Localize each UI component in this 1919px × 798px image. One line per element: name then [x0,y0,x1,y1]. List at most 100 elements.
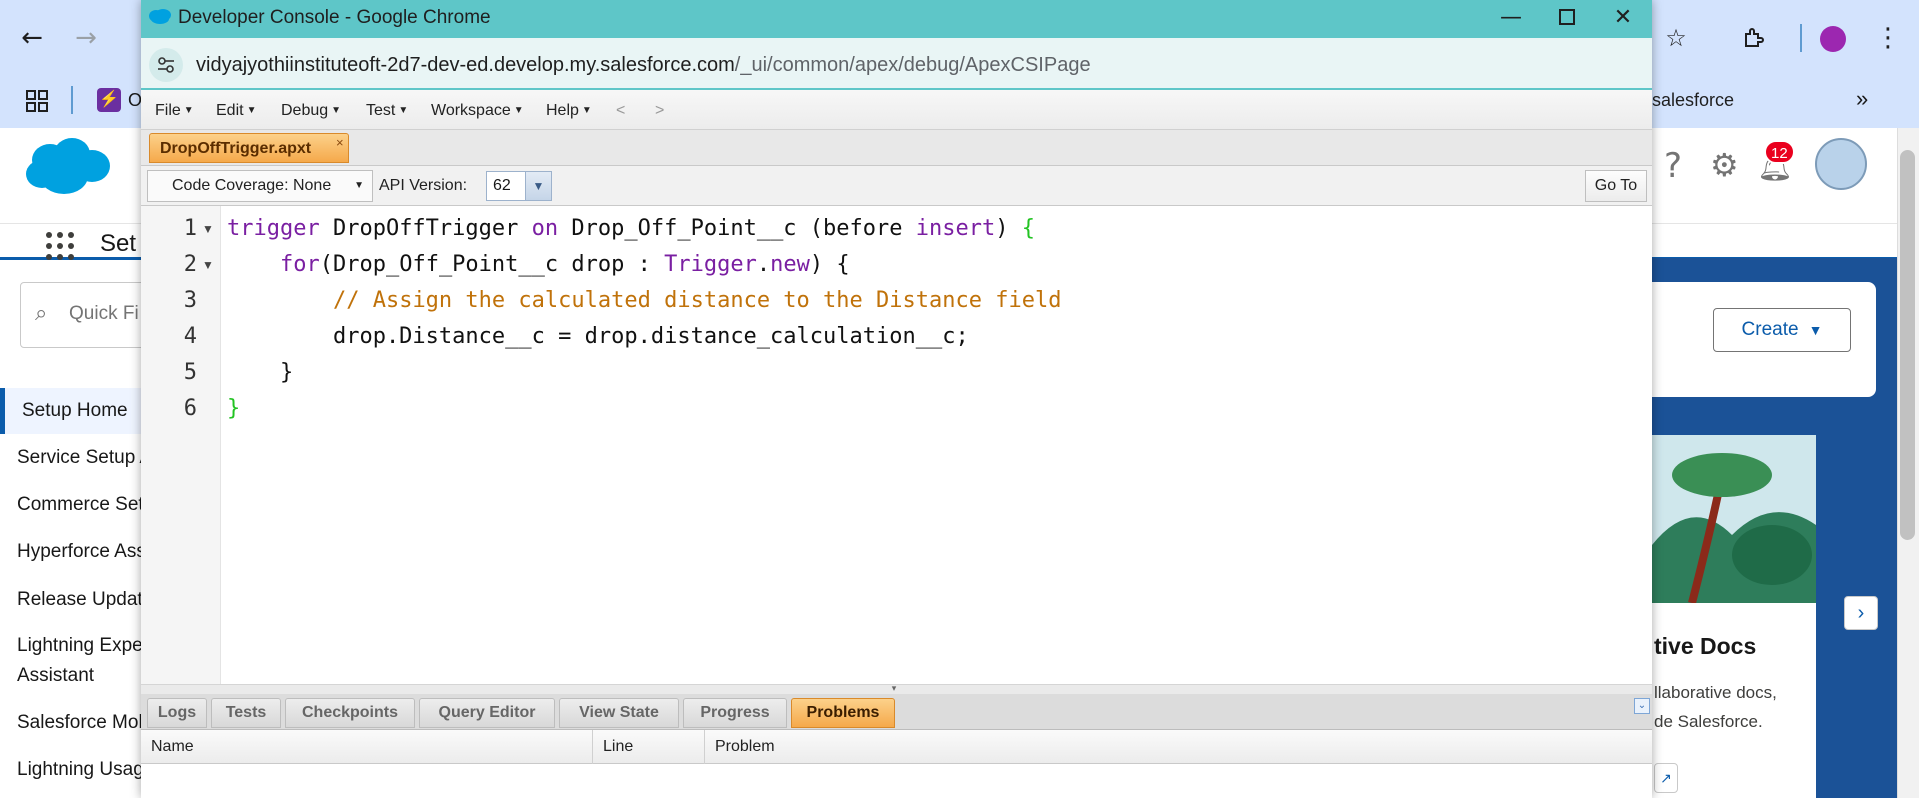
menu-file[interactable]: File ▼ [155,102,194,120]
menu-workspace[interactable]: Workspace ▼ [431,102,524,120]
bottom-panel-tabs: Logs Tests Checkpoints Query Editor View… [141,694,1652,730]
setup-sidebar: ⌕ Quick Fi Setup Home Service Setup A Co… [0,262,180,798]
gear-icon[interactable]: ⚙ [1710,146,1739,184]
url-path: /_ui/common/apex/debug/ApexCSIPage [734,54,1091,76]
tab-close-icon[interactable]: × [336,135,344,150]
problems-grid-body [141,764,1652,798]
go-to-button[interactable]: Go To [1585,170,1647,202]
line-number: 1 [183,216,197,241]
sidebar-item-assistant[interactable]: Assistant [17,665,94,687]
tab-view-state[interactable]: View State [559,698,679,728]
menu-help[interactable]: Help ▼ [546,102,592,120]
console-menu-bar: File ▼ Edit ▼ Debug ▼ Test ▼ Workspace ▼ Help… [141,90,1652,130]
create-button[interactable]: Create ▼ [1713,308,1851,352]
external-link-icon[interactable]: ↗ [1654,763,1678,793]
create-label: Create [1741,319,1799,340]
nav-back-button[interactable]: < [616,102,625,120]
docs-line-1: llaborative docs, [1654,683,1777,702]
collapse-panel-icon[interactable]: ⌄ [1634,698,1650,714]
extensions-icon[interactable] [1736,20,1772,56]
quick-find-placeholder: Quick Fi [69,303,139,324]
menu-debug[interactable]: Debug ▼ [281,102,341,120]
column-name[interactable]: Name [141,730,593,764]
star-icon[interactable]: ☆ [1658,20,1694,56]
bookmark-partial[interactable]: O [128,90,142,111]
line-number: 3 [183,288,197,313]
salesforce-favicon-icon [149,9,171,24]
api-version-value: 62 [493,177,511,194]
site-settings-icon[interactable] [149,48,183,82]
page-scrollbar-thumb[interactable] [1900,150,1915,540]
file-tab-dropofftrigger[interactable]: DropOffTrigger.apxt × [149,133,349,163]
apps-grid-icon[interactable] [26,90,48,117]
file-tab-bar: DropOffTrigger.apxt × [141,130,1652,166]
splitter-grip-icon[interactable]: ▾ [869,684,919,693]
lightning-bookmark-icon[interactable]: ⚡ [97,88,121,112]
maximize-icon[interactable] [1539,0,1595,34]
code-line: trigger DropOffTrigger on Drop_Off_Point… [227,216,1035,241]
sidebar-item-hyperforce[interactable]: Hyperforce Ass [17,541,146,563]
address-field[interactable]: vidyajyothiinstituteoft-2d7-dev-ed.devel… [141,38,1652,88]
line-number: 5 [183,360,197,385]
docs-card: tive Docs llaborative docs, de Salesforc… [1652,603,1816,798]
minimize-icon[interactable]: — [1483,0,1539,34]
fold-arrow-icon[interactable]: ▼ [202,222,214,236]
code-line: drop.Distance__c = drop.distance_calcula… [227,324,969,349]
chrome-menu-icon[interactable]: ⋮ [1870,20,1906,56]
sidebar-item-release-updates[interactable]: Release Updat [17,589,143,611]
code-line: // Assign the calculated distance to the… [332,288,1062,313]
nav-forward-button[interactable]: > [655,102,664,120]
tab-progress[interactable]: Progress [683,698,787,728]
menu-test[interactable]: Test ▼ [366,102,408,120]
chevron-down-icon: ▼ [1808,322,1823,338]
api-version-label: API Version: [379,177,468,194]
line-number: 4 [183,324,197,349]
tab-checkpoints[interactable]: Checkpoints [285,698,415,728]
window-titlebar[interactable]: Developer Console - Google Chrome — ✕ [141,0,1652,34]
bookmark-divider [71,86,73,114]
panel-splitter[interactable]: ▾ [141,684,1652,694]
fold-arrow-icon[interactable]: ▼ [202,258,214,272]
menu-edit[interactable]: Edit ▼ [216,102,256,120]
code-line: } [227,360,294,385]
code-line: } [227,396,241,421]
tab-tests[interactable]: Tests [211,698,281,728]
jungle-illustration [1652,435,1816,603]
user-avatar[interactable] [1815,138,1867,190]
carousel-next-button[interactable]: › [1844,596,1878,630]
sidebar-item-setup-home[interactable]: Setup Home [0,388,150,434]
help-icon[interactable]: ? [1664,146,1682,186]
chevron-down-icon[interactable]: ▼ [525,172,551,200]
editor-toolbar: Code Coverage: None ▼ API Version: 62 ▼ … [141,166,1652,206]
code-editor[interactable]: 1 ▼ 2 ▼ 3 4 5 6 trigger DropOffTrigger o… [141,206,1652,684]
more-bookmarks-icon[interactable]: » [1856,86,1868,112]
docs-line-2: de Salesforce. [1654,712,1763,731]
sidebar-item-lightning-experience[interactable]: Lightning Expe [17,635,143,657]
url-text: vidyajyothiinstituteoft-2d7-dev-ed.devel… [196,54,1091,77]
sidebar-item-commerce-setup[interactable]: Commerce Set [17,494,144,516]
line-number-gutter: 1 ▼ 2 ▼ 3 4 5 6 [141,206,221,684]
close-icon[interactable]: ✕ [1595,0,1651,34]
column-line[interactable]: Line [593,730,705,764]
line-number: 2 [183,252,197,277]
code-coverage-select[interactable]: Code Coverage: None ▼ [147,170,373,202]
sidebar-item-service-setup[interactable]: Service Setup A [17,447,152,469]
developer-console-window: Developer Console - Google Chrome — ✕ vi… [141,0,1652,798]
salesforce-logo-icon[interactable] [22,136,112,198]
toolbar-divider [1800,24,1802,52]
code-coverage-label: Code Coverage: None [172,177,332,194]
sidebar-item-lightning-usage[interactable]: Lightning Usag [17,759,144,781]
salesforce-bookmark[interactable]: salesforce [1652,90,1734,111]
forward-arrow-icon[interactable]: → [68,20,104,56]
setup-title: Set [100,230,137,257]
tab-query-editor[interactable]: Query Editor [419,698,555,728]
back-arrow-icon[interactable]: ← [14,20,50,56]
profile-avatar-icon[interactable] [1820,26,1846,52]
notification-badge: 12 [1764,140,1795,164]
tab-problems[interactable]: Problems [791,698,895,728]
popup-address-bar: vidyajyothiinstituteoft-2d7-dev-ed.devel… [141,34,1652,90]
file-tab-label: DropOffTrigger.apxt [160,140,312,157]
column-problem[interactable]: Problem [705,730,1652,764]
sidebar-item-salesforce-mobile[interactable]: Salesforce Mol [17,712,143,734]
tab-logs[interactable]: Logs [147,698,207,728]
